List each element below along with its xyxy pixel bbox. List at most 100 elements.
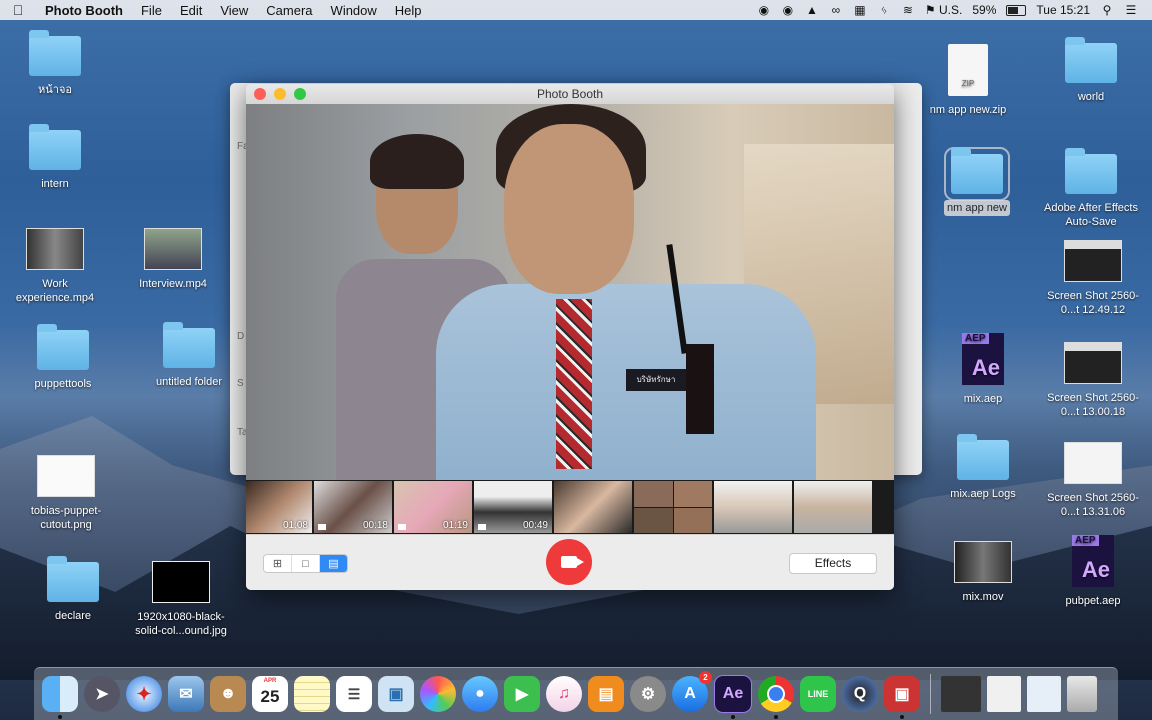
striped-tie [556, 299, 592, 469]
record-button[interactable] [546, 539, 592, 585]
reminders-icon[interactable]: ☰ [336, 676, 372, 712]
zoom-button[interactable] [294, 88, 306, 100]
image-thumbnail-icon [152, 561, 210, 603]
dock-stack-document[interactable] [987, 676, 1021, 712]
bluetooth-icon[interactable]: ᛃ [877, 3, 891, 17]
line-icon[interactable]: LINE [800, 676, 836, 712]
video-camera-icon [561, 556, 584, 568]
menu-file[interactable]: File [132, 3, 171, 18]
finder-icon[interactable] [42, 676, 78, 719]
spotlight-search-icon[interactable]: ⚲ [1100, 3, 1114, 17]
safari-icon[interactable]: ✦ [126, 676, 162, 712]
notification-center-icon[interactable]: ☰ [1124, 3, 1138, 17]
desktop-folder[interactable]: intern [0, 124, 110, 192]
filmstrip-thumbnail[interactable] [714, 481, 792, 533]
wifi-icon[interactable]: ≋ [901, 3, 915, 17]
contacts-icon[interactable]: ☻ [210, 676, 246, 712]
filmstrip-thumbnail[interactable]: 01:08 [246, 481, 312, 533]
folder-icon [957, 434, 1009, 480]
preview-icon[interactable]: ▣ [378, 676, 414, 712]
desktop-folder-selected[interactable]: nm app new [922, 147, 1032, 217]
desktop-video-file[interactable]: mix.mov [928, 541, 1038, 605]
ibooks-icon[interactable]: ▤ [588, 676, 624, 712]
menu-edit[interactable]: Edit [171, 3, 211, 18]
photo-booth-icon[interactable]: ▣ [884, 676, 920, 719]
window-titlebar[interactable]: Photo Booth [246, 84, 894, 104]
desktop-screenshot-file[interactable]: Screen Shot 2560-0...t 13.31.06 [1038, 442, 1148, 521]
itunes-icon[interactable]: ♫ [546, 676, 582, 712]
screenshot-thumbnail-icon [1064, 342, 1122, 384]
menu-window[interactable]: Window [322, 3, 386, 18]
trash-icon[interactable] [1067, 676, 1097, 712]
close-button[interactable] [254, 88, 266, 100]
desktop-folder[interactable]: declare [18, 556, 128, 624]
dock-stack-document[interactable] [1027, 676, 1061, 712]
desktop-aep-file[interactable]: AEP Ae pubpet.aep [1038, 535, 1148, 609]
desktop-item-label: mix.aep [963, 393, 1003, 405]
desktop-screenshot-file[interactable]: Screen Shot 2560-0...t 13.00.18 [1038, 342, 1148, 421]
clock[interactable]: Tue 15:21 [1036, 3, 1090, 17]
desktop-video-file[interactable]: Work experience.mp4 [10, 228, 100, 307]
grid-view-icon[interactable]: ⊞ [264, 555, 292, 572]
quicktime-icon[interactable]: Q [842, 676, 878, 712]
filmstrip-thumbnail[interactable]: 00:18 [314, 481, 392, 533]
app-menu[interactable]: Photo Booth [36, 3, 132, 18]
system-preferences-icon[interactable]: ⚙ [630, 676, 666, 712]
menu-view[interactable]: View [211, 3, 257, 18]
desktop-item-label: Work experience.mp4 [15, 278, 95, 305]
messages-icon[interactable]: ● [462, 676, 498, 712]
chrome-icon[interactable] [758, 676, 794, 719]
desktop-video-file[interactable]: Interview.mp4 [118, 228, 228, 292]
desktop-image-file[interactable]: tobias-puppet-cutout.png [11, 455, 121, 534]
filmstrip-thumbnail[interactable]: 01:19 [394, 481, 472, 533]
notes-icon[interactable] [294, 676, 330, 712]
desktop-folder[interactable]: untitled folder [134, 322, 244, 390]
desktop-folder[interactable]: หน้าจอ [0, 30, 110, 98]
notes-status-icon[interactable]: ▦ [853, 3, 867, 17]
filmstrip-thumbnail-grid[interactable] [634, 481, 712, 533]
facetime-icon[interactable]: ▶ [504, 676, 540, 712]
record-status-icon[interactable]: ◉ [781, 3, 795, 17]
desktop-screenshot-file[interactable]: Screen Shot 2560-0...t 12.49.12 [1038, 240, 1148, 319]
filmstrip-thumbnail[interactable] [554, 481, 632, 533]
menu-camera[interactable]: Camera [257, 3, 321, 18]
battery-icon[interactable] [1006, 4, 1027, 16]
input-source-indicator[interactable]: ⚑ U.S. [925, 3, 962, 17]
line-status-icon[interactable]: ◉ [757, 3, 771, 17]
desktop-item-label: Interview.mp4 [139, 278, 207, 290]
camera-preview: บริษัทรักษา [246, 104, 894, 480]
launchpad-icon[interactable]: ➤ [84, 676, 120, 712]
effects-button[interactable]: Effects [789, 553, 877, 574]
filmstrip-view-icon[interactable]: ▤ [320, 555, 347, 572]
after-effects-icon[interactable]: Ae [714, 675, 752, 719]
filmstrip-thumbnail[interactable] [794, 481, 872, 533]
menu-help[interactable]: Help [386, 3, 431, 18]
mail-icon[interactable]: ✉ [168, 676, 204, 712]
folder-icon [944, 147, 1010, 201]
desktop-folder[interactable]: Adobe After Effects Auto-Save [1036, 148, 1146, 231]
desktop-folder[interactable]: puppettools [8, 324, 118, 392]
desktop-folder[interactable]: world [1036, 37, 1146, 105]
app-store-icon[interactable]: A2 [672, 671, 712, 712]
dock-stack-downloads[interactable] [941, 676, 981, 712]
desktop-zip-file[interactable]: ZIP nm app new.zip [913, 44, 1023, 118]
single-view-icon[interactable]: □ [292, 555, 320, 572]
calendar-icon[interactable]: APR 25 [252, 676, 288, 712]
background-window-label: D [237, 331, 245, 342]
video-clip-icon [478, 524, 486, 530]
desktop-item-label: Screen Shot 2560-0...t 12.49.12 [1047, 290, 1139, 317]
folder-icon [37, 324, 89, 370]
apple-menu-icon[interactable]:  [0, 2, 36, 18]
walkie-talkie [686, 344, 714, 434]
creative-cloud-icon[interactable]: ∞ [829, 3, 843, 17]
desktop-folder[interactable]: mix.aep Logs [928, 434, 1038, 502]
battery-percent[interactable]: 59% [972, 3, 996, 17]
filmstrip-thumbnail[interactable]: 00:49 [474, 481, 552, 533]
uniform-badge: บริษัทรักษา [626, 369, 686, 391]
eject-status-icon[interactable]: ▲ [805, 3, 819, 17]
desktop-image-file[interactable]: 1920x1080-black-solid-col...ound.jpg [126, 561, 236, 640]
photos-icon[interactable] [420, 676, 456, 712]
video-thumbnail-icon [144, 228, 202, 270]
desktop-aep-file[interactable]: AEP Ae mix.aep [928, 333, 1038, 407]
minimize-button[interactable] [274, 88, 286, 100]
